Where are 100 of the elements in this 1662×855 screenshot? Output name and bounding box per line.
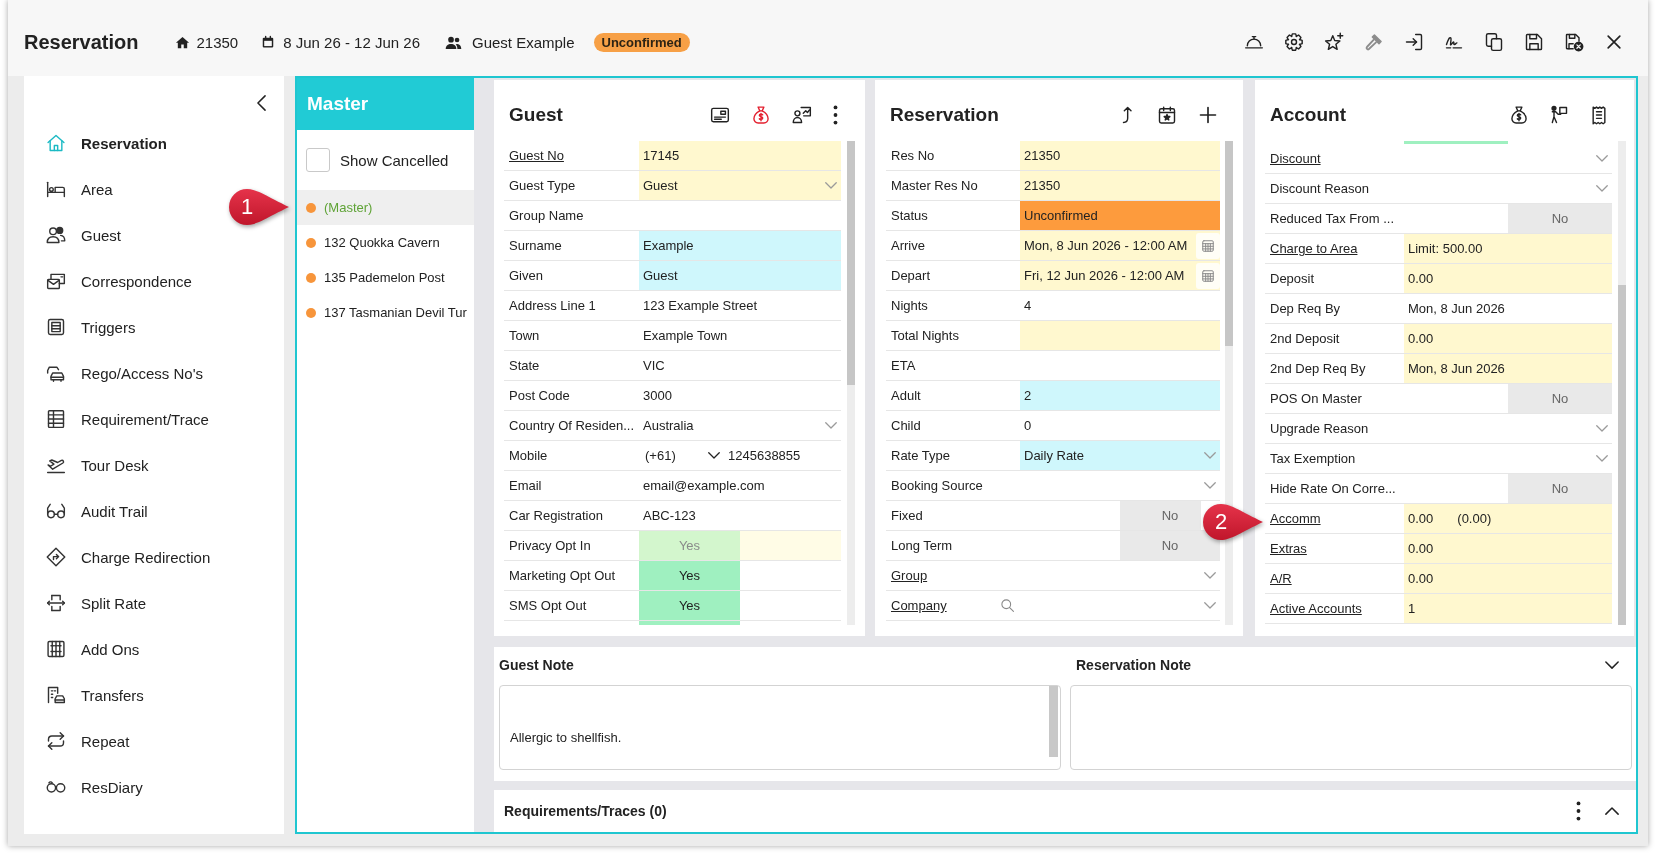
text-field[interactable]: 4 [1020,291,1220,320]
text-field[interactable]: 1 [1404,594,1612,623]
text-field[interactable]: 17145 [639,141,841,170]
text-field[interactable]: Limit: 500.00 [1404,234,1612,263]
master-list-item[interactable]: 132 Quokka Cavern [297,225,474,260]
sidebar-item[interactable]: Guest [46,212,126,258]
scrollbar-thumb[interactable] [847,141,855,385]
text-field[interactable]: 0.00 (0.00) [1404,504,1612,533]
chevron-up-icon[interactable] [1605,806,1619,816]
sidebar-item[interactable]: Transfers [46,672,148,718]
plus-icon[interactable] [1198,105,1218,125]
sidebar-item[interactable]: Requirement/Trace [46,396,213,442]
sidebar-item[interactable]: Triggers [46,304,140,350]
checkbox-label[interactable]: Show Cancelled [340,151,449,169]
text-field[interactable]: email@example.com [639,471,841,500]
sidebar-item[interactable]: Split Rate [46,580,151,626]
sidebar-item[interactable]: Charge Redirection [46,534,215,580]
text-field[interactable]: 123 Example Street [639,291,841,320]
text-field[interactable]: ABC-123 [639,501,841,530]
id-card-icon[interactable] [710,105,730,125]
scrollbar-thumb[interactable] [1225,141,1233,346]
hammer-icon[interactable] [1364,32,1384,52]
sidebar-item[interactable]: Reservation [46,120,171,166]
field-label: Deposit [1270,271,1315,286]
select-field[interactable]: Guest [639,171,841,200]
text-field[interactable]: 0 [1020,411,1220,440]
toggle-switch[interactable]: Yes [639,591,740,620]
copy-icon[interactable] [1484,32,1504,52]
guest-note-field[interactable]: Allergic to shellfish. [499,685,1061,770]
sign-in-icon[interactable] [1404,32,1424,52]
text-field[interactable]: Example [639,231,841,260]
text-field[interactable]: 21350 [1020,171,1220,200]
select-field[interactable]: Daily Rate [1020,441,1220,470]
toggle-switch[interactable]: Yes [639,561,740,590]
settings-icon[interactable] [1284,32,1304,52]
date-field[interactable]: Mon, 8 Jun 2026 - 12:00 AM [1020,231,1220,260]
sidebar-item[interactable]: Rego/Access No's [46,350,208,396]
money-bag-icon[interactable] [1509,105,1529,125]
text-field[interactable]: 2 [1020,381,1220,410]
text-field[interactable]: 0.00 [1404,324,1612,353]
close-icon[interactable] [1604,32,1624,52]
more-options-icon[interactable] [1576,801,1581,821]
toggle-switch[interactable]: No [1120,531,1220,560]
scrollbar-thumb[interactable] [1618,285,1626,625]
search-icon[interactable] [1000,598,1015,613]
field-link[interactable]: Group [891,568,928,583]
toggle-switch[interactable]: No [1508,204,1612,233]
country-code-select[interactable]: (+61) [643,448,726,463]
save-close-icon[interactable] [1564,32,1584,52]
field-label: 2nd Deposit [1270,331,1340,346]
calendar-icon[interactable] [1196,232,1220,259]
chevron-down-icon [1596,154,1608,163]
select-field[interactable]: Australia [639,411,841,440]
text-field[interactable]: 0.00 [1404,534,1612,563]
field-link[interactable]: Company [891,598,947,613]
master-list-item[interactable]: 135 Pademelon Post [297,260,474,295]
sparkle-star-icon[interactable] [1324,32,1344,52]
text-field[interactable]: Mon, 8 Jun 2026 [1404,354,1612,383]
chevron-left-icon[interactable] [257,95,266,111]
text-field[interactable]: 0.00 [1404,564,1612,593]
receipt-icon[interactable] [1589,105,1609,125]
sidebar-item[interactable]: Tour Desk [46,442,153,488]
text-field[interactable]: 0.00 [1404,264,1612,293]
field-link[interactable]: Discount [1270,151,1321,166]
field-link[interactable]: A/R [1270,571,1292,586]
reservation-note-field[interactable] [1070,685,1632,770]
toggle-switch[interactable]: No [1508,474,1612,503]
field-link[interactable]: Guest No [509,148,564,163]
field-label: Tax Exemption [1270,451,1356,466]
field-link[interactable]: Accomm [1270,511,1321,526]
sidebar-item[interactable]: ResDiary [46,764,147,810]
checkbox[interactable] [306,148,330,172]
calendar-icon[interactable] [1196,262,1220,289]
sidebar-item[interactable]: Repeat [46,718,134,764]
master-list-item[interactable]: 137 Tasmanian Devil Tur [297,295,474,330]
field-link[interactable]: Charge to Area [1270,241,1358,256]
toggle-switch[interactable]: No [1508,384,1612,413]
sidebar-item[interactable]: Audit Trail [46,488,152,534]
sidebar-item[interactable]: Add Ons [46,626,144,672]
sidebar-item[interactable]: Correspondence [46,258,196,304]
text-field[interactable]: 3000 [639,381,841,410]
date-field[interactable]: Fri, 12 Jun 2026 - 12:00 AM [1020,261,1220,290]
field-link[interactable]: Extras [1270,541,1307,556]
text-field[interactable]: 21350 [1020,141,1220,170]
text-field[interactable]: VIC [639,351,841,380]
sidebar-item[interactable]: Area [46,166,117,212]
text-field[interactable] [1020,321,1220,350]
save-icon[interactable] [1524,32,1544,52]
text-field[interactable]: Mon, 8 Jun 2026 [1404,294,1612,323]
person-sign-icon[interactable] [1549,105,1569,125]
text-field[interactable]: Guest [639,261,841,290]
scrollbar-thumb[interactable] [1049,686,1058,757]
text-field[interactable]: Example Town [639,321,841,350]
chevron-down-icon[interactable] [1605,660,1619,670]
toggle-switch[interactable]: No [1120,501,1201,530]
text-field[interactable]: Unconfirmed [1020,201,1220,230]
phone-field[interactable]: 1245638855 [728,448,801,463]
more-options-icon[interactable] [833,105,838,125]
field-link[interactable]: Active Accounts [1270,601,1362,616]
person-chart-icon[interactable] [792,105,812,125]
